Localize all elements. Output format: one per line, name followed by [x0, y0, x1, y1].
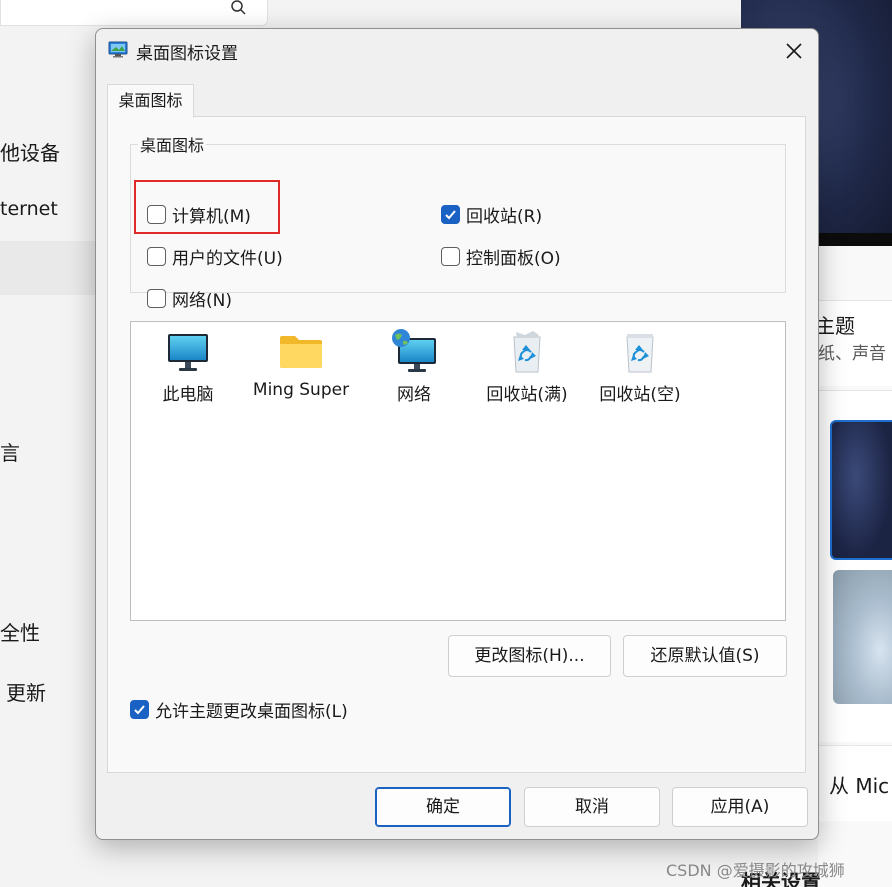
- checkbox-box[interactable]: [147, 247, 166, 266]
- background-search-box[interactable]: [0, 0, 268, 26]
- bg-nav-security[interactable]: 全性: [0, 617, 40, 646]
- checkbox-control-panel[interactable]: 控制面板(O): [441, 244, 561, 269]
- watermark: CSDN @爱摄影的攻城狮: [666, 861, 845, 880]
- checkbox-label: 回收站(R): [466, 207, 543, 227]
- bg-nav-other-devices[interactable]: 他设备: [0, 137, 60, 166]
- icon-item-network[interactable]: 网络: [359, 328, 469, 405]
- folder-icon: [280, 336, 322, 368]
- close-button[interactable]: [772, 33, 816, 69]
- icon-item-recycle-bin-empty[interactable]: 回收站(空): [585, 328, 695, 405]
- store-link[interactable]: 从 Mic: [829, 770, 889, 799]
- icon-item-user-folder[interactable]: Ming Super: [246, 328, 356, 400]
- icon-label: 网络: [397, 385, 431, 405]
- bg-nav-selected-highlight: [0, 241, 96, 295]
- icon-item-recycle-bin-full[interactable]: 回收站(满): [472, 328, 582, 405]
- restore-default-button[interactable]: 还原默认值(S): [623, 635, 787, 677]
- tab-desktop-icons[interactable]: 桌面图标: [107, 84, 194, 118]
- checkbox-allow-themes[interactable]: 允许主题更改桌面图标(L): [130, 697, 348, 722]
- theme-thumbnail[interactable]: [833, 570, 892, 704]
- bg-nav-update[interactable]: 更新: [6, 677, 46, 706]
- checkbox-box[interactable]: [147, 289, 166, 308]
- change-icon-button[interactable]: 更改图标(H)...: [448, 635, 611, 677]
- apply-button[interactable]: 应用(A): [672, 787, 808, 827]
- checkbox-label: 网络(N): [172, 291, 232, 311]
- checkbox-user-files[interactable]: 用户的文件(U): [147, 244, 283, 269]
- cancel-button[interactable]: 取消: [524, 787, 660, 827]
- checkbox-network[interactable]: 网络(N): [147, 286, 232, 311]
- dialog-title: 桌面图标设置: [136, 44, 238, 64]
- theme-subtitle: 纸、声音: [818, 344, 886, 364]
- checkbox-label: 用户的文件(U): [172, 249, 283, 269]
- monitor-icon: [168, 334, 208, 371]
- icon-label: Ming Super: [252, 380, 350, 400]
- desktop-icon-settings-dialog: 桌面图标设置 桌面图标 桌面图标 计算机(M) 回收站(R) 用户的文件(U) …: [95, 28, 819, 840]
- network-globe-icon: [392, 329, 436, 372]
- theme-thumbnail-selected[interactable]: [830, 420, 892, 560]
- ok-button[interactable]: 确定: [375, 787, 511, 827]
- tab-panel: 桌面图标 计算机(M) 回收站(R) 用户的文件(U) 控制面板(O) 网络(N…: [107, 116, 806, 773]
- title-bar[interactable]: 桌面图标设置: [96, 29, 818, 73]
- checkbox-box[interactable]: [130, 700, 149, 719]
- close-icon: [786, 43, 802, 59]
- checkbox-box[interactable]: [441, 247, 460, 266]
- icon-list[interactable]: 此电脑 Ming Super 网络 回收站(满) 回收站(空): [130, 321, 786, 621]
- desktop-settings-icon: [108, 39, 128, 59]
- icon-label: 回收站(空): [599, 385, 681, 405]
- checkbox-recycle-bin[interactable]: 回收站(R): [441, 202, 542, 227]
- icon-label: 此电脑: [162, 385, 214, 405]
- bg-nav-language[interactable]: 言: [0, 437, 20, 466]
- recycle-bin-full-icon: [513, 331, 541, 373]
- icon-label: 回收站(满): [486, 385, 568, 405]
- red-highlight-annotation: [134, 180, 280, 234]
- search-icon: [230, 0, 246, 16]
- checkbox-label: 允许主题更改桌面图标(L): [155, 702, 348, 722]
- group-label: 桌面图标: [138, 132, 207, 156]
- icon-item-this-pc[interactable]: 此电脑: [133, 328, 243, 405]
- bg-nav-internet[interactable]: ternet: [0, 198, 58, 220]
- checkbox-box[interactable]: [441, 205, 460, 224]
- recycle-bin-empty-icon: [626, 334, 654, 373]
- theme-heading: 主题: [815, 314, 855, 338]
- checkbox-label: 控制面板(O): [466, 249, 561, 269]
